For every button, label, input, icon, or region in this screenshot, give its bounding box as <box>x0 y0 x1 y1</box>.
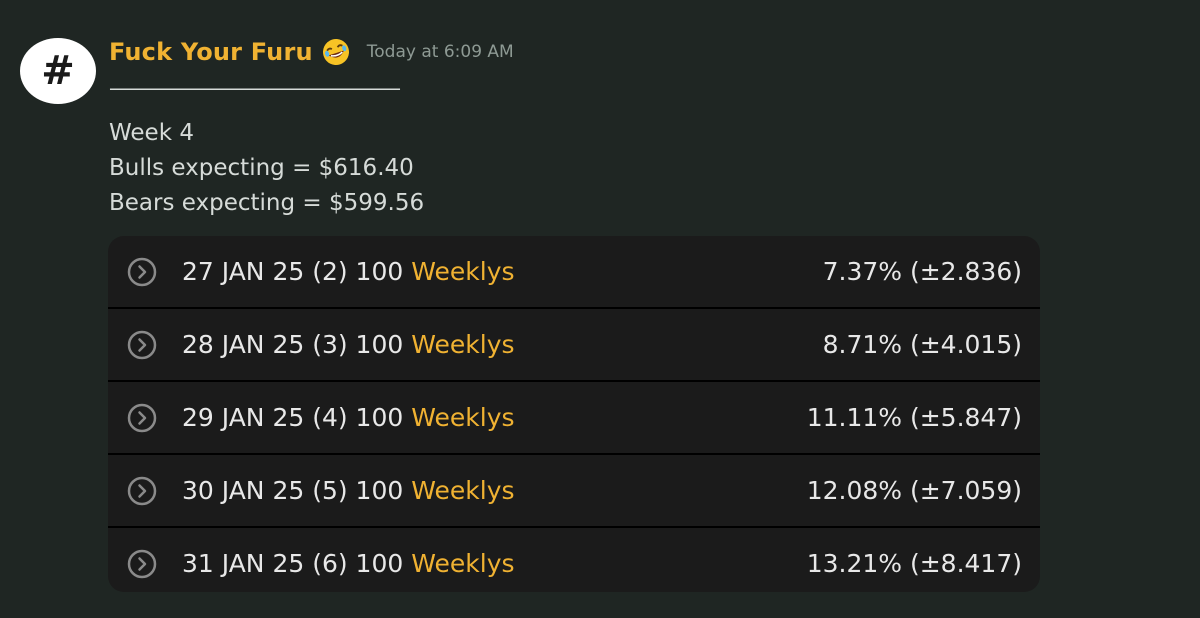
weeklys-link[interactable]: Weeklys <box>411 330 514 359</box>
rofl-emoji-icon <box>322 39 349 65</box>
weeklys-link[interactable]: Weeklys <box>411 476 514 505</box>
implied-move-value: 7.37% (±2.836) <box>822 257 1022 286</box>
implied-move-value: 11.11% (±5.847) <box>806 403 1022 432</box>
table-row[interactable]: 31 JAN 25 (6) 100 Weeklys 13.21% (±8.417… <box>108 528 1040 592</box>
channel-avatar[interactable]: # <box>20 38 96 104</box>
message: Fuck Your Furu Today at 6:09 AM ————————… <box>109 30 1109 221</box>
message-timestamp: Today at 6:09 AM <box>366 42 514 62</box>
weeklys-link[interactable]: Weeklys <box>411 549 514 578</box>
chevron-right-circle-icon[interactable] <box>127 476 157 506</box>
weeklys-link[interactable]: Weeklys <box>411 403 514 432</box>
expiry-date-label: 31 JAN 25 (6) 100 <box>182 549 404 578</box>
divider-line: ————————————————— <box>109 76 401 100</box>
implied-move-value: 13.21% (±8.417) <box>806 549 1022 578</box>
chevron-right-circle-icon[interactable] <box>127 403 157 433</box>
message-header: Fuck Your Furu Today at 6:09 AM <box>109 30 1109 74</box>
implied-move-value: 12.08% (±7.059) <box>806 476 1022 505</box>
bears-expectation: Bears expecting = $599.56 <box>109 190 425 216</box>
implied-move-value: 8.71% (±4.015) <box>822 330 1022 359</box>
week-label: Week 4 <box>109 120 194 146</box>
table-row[interactable]: 29 JAN 25 (4) 100 Weeklys 11.11% (±5.847… <box>108 382 1040 455</box>
table-row[interactable]: 28 JAN 25 (3) 100 Weeklys 8.71% (±4.015) <box>108 309 1040 382</box>
hashtag-icon: # <box>41 48 75 94</box>
chevron-right-circle-icon[interactable] <box>127 330 157 360</box>
options-expiry-table: 27 JAN 25 (2) 100 Weeklys 7.37% (±2.836)… <box>108 236 1040 592</box>
message-body: Week 4 Bulls expecting = $616.40 Bears e… <box>109 116 1109 221</box>
weeklys-link[interactable]: Weeklys <box>411 257 514 286</box>
expiry-date-label: 28 JAN 25 (3) 100 <box>182 330 404 359</box>
table-row[interactable]: 30 JAN 25 (5) 100 Weeklys 12.08% (±7.059… <box>108 455 1040 528</box>
chevron-right-circle-icon[interactable] <box>127 549 157 579</box>
expiry-date-label: 27 JAN 25 (2) 100 <box>182 257 404 286</box>
expiry-date-label: 30 JAN 25 (5) 100 <box>182 476 404 505</box>
table-row[interactable]: 27 JAN 25 (2) 100 Weeklys 7.37% (±2.836) <box>108 236 1040 309</box>
chevron-right-circle-icon[interactable] <box>127 257 157 287</box>
bulls-expectation: Bulls expecting = $616.40 <box>109 155 414 181</box>
author-name[interactable]: Fuck Your Furu <box>109 38 313 66</box>
expiry-date-label: 29 JAN 25 (4) 100 <box>182 403 404 432</box>
